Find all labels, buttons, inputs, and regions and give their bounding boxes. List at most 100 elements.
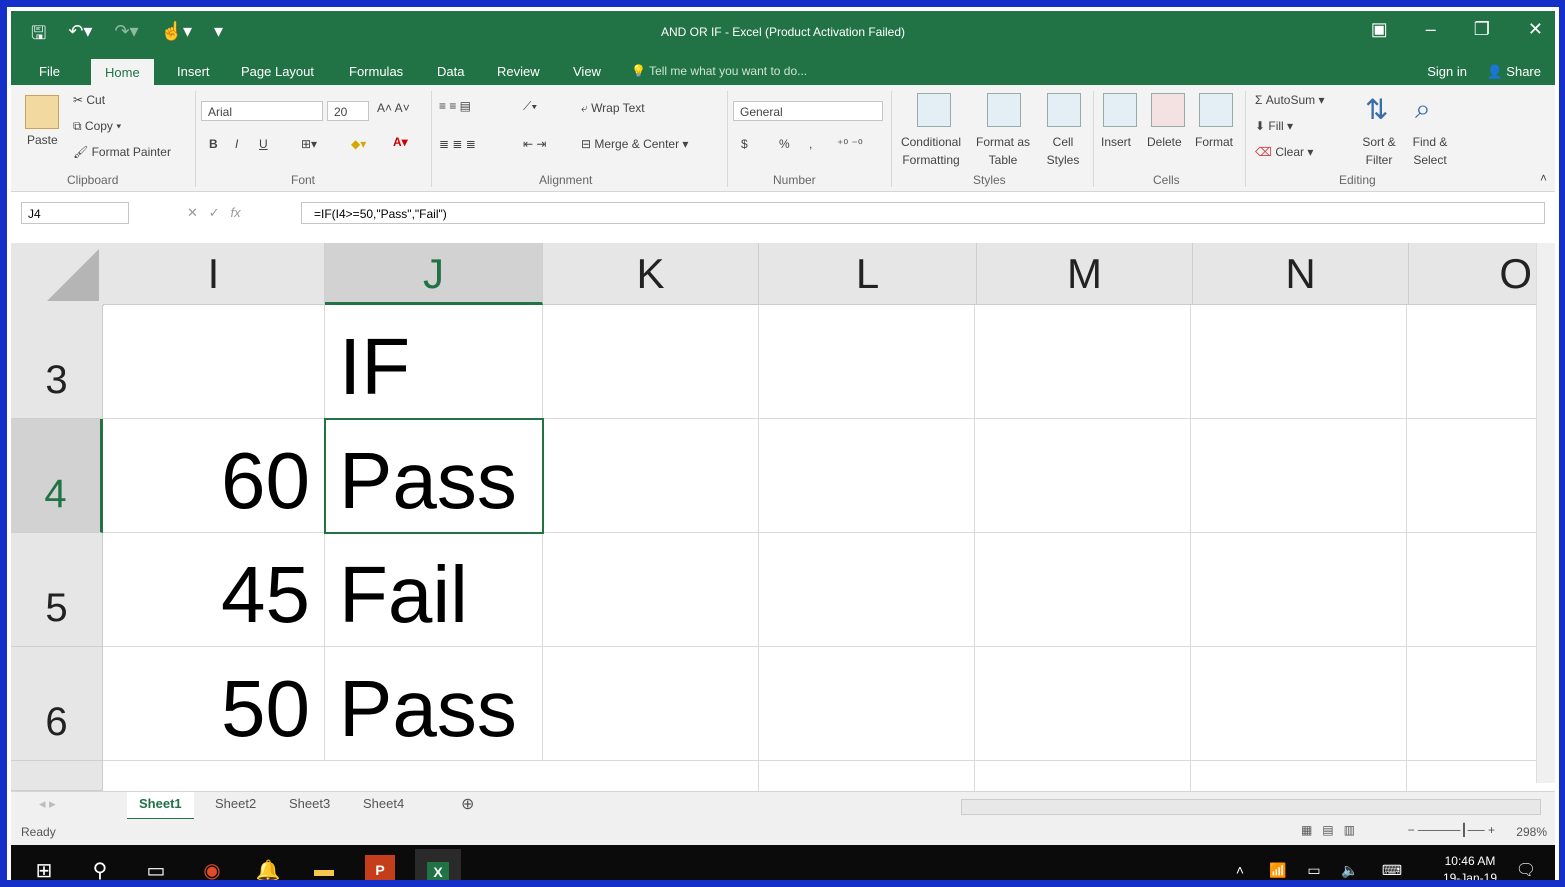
- underline-button[interactable]: U: [259, 137, 268, 151]
- column-header-o[interactable]: O: [1409, 243, 1537, 305]
- file-explorer-icon[interactable]: ▬: [309, 855, 339, 881]
- cell-j5[interactable]: Fail: [325, 533, 543, 647]
- column-header-j[interactable]: J: [325, 243, 543, 305]
- italic-button[interactable]: I: [235, 137, 238, 151]
- row-header-3[interactable]: 3: [11, 305, 103, 419]
- vertical-scrollbar[interactable]: [1536, 243, 1555, 783]
- find-select-button[interactable]: Find & Select: [1405, 133, 1455, 169]
- tab-insert[interactable]: Insert: [177, 64, 210, 79]
- battery-icon[interactable]: ▭: [1299, 855, 1329, 880]
- paste-button[interactable]: Paste: [27, 133, 58, 147]
- wrap-text-button[interactable]: ⤶ Wrap Text: [581, 101, 645, 116]
- row-header-6[interactable]: 6: [11, 647, 103, 761]
- paste-icon[interactable]: [25, 95, 59, 129]
- share-button[interactable]: 👤 Share: [1486, 64, 1541, 80]
- grow-font-icon[interactable]: A˄ A˅: [377, 101, 410, 115]
- cell-i3[interactable]: [103, 305, 325, 419]
- chrome-icon[interactable]: ◉: [197, 855, 227, 881]
- search-icon[interactable]: ⚲: [85, 855, 115, 881]
- format-cells-button[interactable]: Format: [1195, 135, 1233, 149]
- zoom-slider[interactable]: − ─────┃── +: [1408, 823, 1495, 837]
- align-left-icon[interactable]: ≣ ≣ ≣: [439, 137, 476, 151]
- sort-filter-button[interactable]: Sort & Filter: [1355, 133, 1403, 169]
- windows-start-icon[interactable]: ⊞: [29, 855, 59, 881]
- font-size-select[interactable]: 20: [327, 101, 369, 121]
- add-sheet-icon[interactable]: ⊕: [461, 794, 474, 814]
- cancel-icon[interactable]: ✕: [187, 205, 198, 220]
- ribbon-display-options-icon[interactable]: ▣: [1371, 19, 1388, 40]
- row-header-7[interactable]: [11, 761, 103, 791]
- cell-j3[interactable]: IF: [325, 305, 543, 419]
- column-header-n[interactable]: N: [1193, 243, 1409, 305]
- cell-j6[interactable]: Pass: [325, 647, 543, 761]
- row-header-5[interactable]: 5: [11, 533, 103, 647]
- insert-cells-button[interactable]: Insert: [1101, 135, 1131, 149]
- decimal-icon[interactable]: ⁺⁰ ⁻⁰: [837, 137, 863, 151]
- excel-taskbar-button[interactable]: X: [415, 849, 461, 880]
- task-view-icon[interactable]: ▭: [141, 855, 171, 881]
- sheet-tab-1[interactable]: Sheet1: [127, 792, 194, 821]
- select-all-button[interactable]: [11, 243, 104, 306]
- keyboard-icon[interactable]: ⌨: [1377, 855, 1407, 880]
- copy-button[interactable]: ⧉ Copy ▾: [73, 119, 121, 134]
- tab-view[interactable]: View: [573, 64, 601, 79]
- bold-button[interactable]: B: [209, 137, 218, 151]
- minimize-icon[interactable]: –: [1426, 19, 1436, 40]
- delete-cells-button[interactable]: Delete: [1147, 135, 1182, 149]
- font-color-icon[interactable]: A▾: [393, 135, 408, 149]
- magnifier-icon[interactable]: ⌕: [1415, 93, 1447, 125]
- enter-icon[interactable]: ✓: [209, 205, 220, 220]
- column-header-m[interactable]: M: [977, 243, 1193, 305]
- percent-button[interactable]: %: [779, 137, 790, 151]
- tab-data[interactable]: Data: [437, 64, 464, 79]
- conditional-formatting-icon[interactable]: [917, 93, 951, 127]
- format-as-table-icon[interactable]: [987, 93, 1021, 127]
- zoom-level[interactable]: 298%: [1516, 825, 1547, 839]
- conditional-formatting-button[interactable]: Conditional Formatting: [895, 133, 967, 169]
- insert-cells-icon[interactable]: [1103, 93, 1137, 127]
- name-box[interactable]: J4: [21, 202, 129, 224]
- cell-i5[interactable]: 45: [103, 533, 325, 647]
- tray-chevron-icon[interactable]: ˄: [1225, 855, 1255, 880]
- cell-styles-button[interactable]: Cell Styles: [1041, 133, 1085, 169]
- insert-function-icon[interactable]: fx: [231, 205, 241, 220]
- currency-button[interactable]: $: [741, 137, 748, 151]
- format-cells-icon[interactable]: [1199, 93, 1233, 127]
- orientation-icon[interactable]: ⟋▾: [523, 99, 537, 114]
- powerpoint-icon[interactable]: P: [365, 855, 395, 880]
- delete-cells-icon[interactable]: [1151, 93, 1185, 127]
- autosum-button[interactable]: Σ AutoSum ▾: [1255, 93, 1324, 107]
- format-as-table-button[interactable]: Format as Table: [973, 133, 1033, 169]
- cell-i4[interactable]: 60: [103, 419, 325, 533]
- indent-icon[interactable]: ⇤ ⇥: [523, 137, 546, 151]
- cell-i6[interactable]: 50: [103, 647, 325, 761]
- sort-filter-icon[interactable]: ⇅: [1365, 93, 1397, 125]
- sheet-tab-3[interactable]: Sheet3: [289, 796, 330, 811]
- horizontal-scrollbar[interactable]: [961, 799, 1541, 815]
- tab-file[interactable]: File: [39, 64, 60, 79]
- format-painter-button[interactable]: 🖌 Format Painter: [73, 145, 171, 159]
- tell-me-box[interactable]: 💡 Tell me what you want to do...: [631, 64, 807, 78]
- network-icon[interactable]: 📶: [1263, 855, 1293, 880]
- notification-app-icon[interactable]: 🔔: [253, 855, 283, 881]
- formula-input[interactable]: =IF(I4>=50,"Pass","Fail"): [301, 202, 1545, 224]
- cut-button[interactable]: ✂ Cut: [73, 93, 105, 107]
- close-icon[interactable]: ✕: [1528, 19, 1543, 40]
- column-header-i[interactable]: I: [103, 243, 325, 305]
- row-header-4[interactable]: 4: [11, 419, 103, 533]
- tab-review[interactable]: Review: [497, 64, 540, 79]
- restore-icon[interactable]: ❐: [1474, 19, 1490, 40]
- sign-in-link[interactable]: Sign in: [1427, 64, 1467, 79]
- number-format-select[interactable]: General: [733, 101, 883, 121]
- volume-icon[interactable]: 🔈: [1335, 855, 1365, 880]
- borders-icon[interactable]: ⊞▾: [301, 137, 317, 151]
- tab-home[interactable]: Home: [91, 59, 154, 88]
- view-buttons[interactable]: ▦ ▤ ▥: [1301, 823, 1355, 837]
- clear-button[interactable]: ⌫ Clear ▾: [1255, 145, 1313, 159]
- comma-button[interactable]: ,: [809, 137, 812, 151]
- merge-center-button[interactable]: ⊟ Merge & Center ▾: [581, 137, 688, 151]
- taskbar-clock[interactable]: 10:46 AM 19-Jan-19: [1443, 853, 1497, 880]
- fill-button[interactable]: ⬇ Fill ▾: [1255, 119, 1293, 133]
- collapse-ribbon-icon[interactable]: ˄: [1540, 171, 1547, 185]
- top-align-icon[interactable]: ≡ ≡ ▤: [439, 99, 471, 113]
